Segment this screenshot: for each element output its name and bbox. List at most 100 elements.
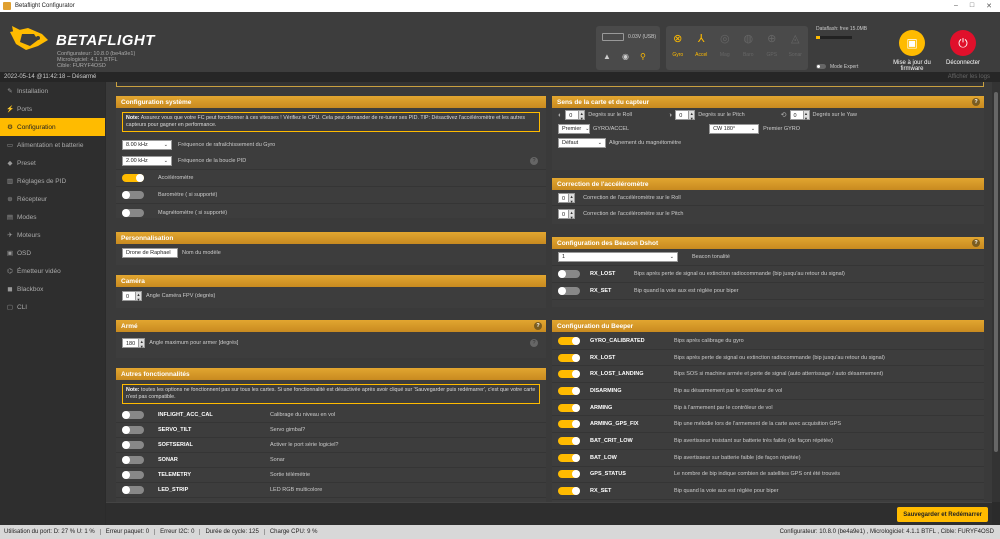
chip-icon: ▣ <box>899 30 925 56</box>
save-and-reboot-button[interactable]: Sauvegarder et Redémarrer <box>897 507 988 522</box>
barometer-toggle[interactable] <box>122 191 144 199</box>
beeper-toggle[interactable] <box>558 453 580 462</box>
sidebar-item-installation[interactable]: ✎ Installation <box>0 82 105 100</box>
pitch-degrees-label: Degrés sur le Pitch <box>698 112 745 118</box>
mag-alignment-row: Défaut ⌄ Alignement du magnétomètre <box>552 136 984 150</box>
help-icon[interactable]: ? <box>335 442 338 448</box>
sidebar-item-configuration[interactable]: ⚙ Configuration <box>0 118 105 136</box>
maximize-button[interactable]: □ <box>970 2 974 10</box>
beeper-row: ARMING_GPS_FIX Bip une mélodie lors de l'… <box>552 416 984 434</box>
feature-row: SERVO_TILT Servo gimbal? <box>116 423 546 438</box>
beeper-toggle[interactable] <box>558 336 580 345</box>
beeper-toggle[interactable] <box>558 420 580 429</box>
beacon-toggle[interactable] <box>558 287 580 295</box>
feature-toggle[interactable] <box>122 486 144 494</box>
scrollbar-thumb[interactable] <box>994 92 998 452</box>
pitch-degrees-input[interactable]: 0 ▲ ▼ <box>675 110 696 121</box>
sidebar-item-r-glages-de-pid[interactable]: ▥ Réglages de PID <box>0 172 105 190</box>
sidebar-item-alimentation-et-batterie[interactable]: ▭ Alimentation et batterie <box>0 136 105 154</box>
panel-header: Configuration du Beeper <box>552 320 984 332</box>
panel-header: Personnalisation <box>116 232 546 244</box>
beeper-toggle[interactable] <box>558 353 580 362</box>
beeper-toggle[interactable] <box>558 436 580 445</box>
sidebar-item-preset[interactable]: ◆ Preset <box>0 154 105 172</box>
arm-panel: Armé? 180 ▲ ▼ Angle maximum pour armer [de… <box>116 320 546 358</box>
sidebar-item--metteur-vid-o[interactable]: ⌬ Émetteur vidéo <box>0 262 105 280</box>
sidebar-item-moteurs[interactable]: ✈ Moteurs <box>0 226 105 244</box>
sidebar-item-cli[interactable]: ▢ CLI <box>0 298 105 316</box>
magnetometer-toggle[interactable] <box>122 208 144 217</box>
gear-icon: ⚙ <box>7 124 13 131</box>
beeper-toggle[interactable] <box>558 470 580 479</box>
camera-angle-label: Angle Caméra FPV (degrés) <box>146 292 216 299</box>
dataflash-status: Dataflash: free 15.0MB Mode Expert <box>816 26 882 70</box>
help-icon[interactable]: ? <box>972 239 980 247</box>
window-titlebar: Betaflight Configurator – □ ✕ <box>0 0 1000 12</box>
gyro-acc-select[interactable]: Premier ⌄ <box>558 124 590 134</box>
beeper-name: ARMING <box>590 404 613 411</box>
help-icon[interactable]: ? <box>972 98 980 106</box>
plug-icon: ⚡ <box>5 106 15 113</box>
gyro-alignment-select[interactable]: CW 180° ⌄ <box>709 124 760 134</box>
vtx-icon: ⌬ <box>7 268 13 275</box>
feature-description: Activer le port série logiciel <box>270 442 336 448</box>
pid-frequency-select[interactable]: 2.00 kHz ⌄ <box>122 156 172 166</box>
feature-description: Servo gimbal <box>270 427 303 433</box>
feature-row: LED_STRIP LED RGB multicolore <box>116 483 546 498</box>
show-logs-link[interactable]: Afficher les logs <box>948 74 1000 80</box>
camera-angle-input[interactable]: 0 ▲ ▼ <box>122 290 142 302</box>
acc-pitch-trim-row: 0 ▲ ▼ Correction de l'accéléromètre sur le… <box>552 206 984 222</box>
first-gyro-label: Premier GYRO <box>763 126 801 132</box>
sidebar-item-modes[interactable]: ▤ Modes <box>0 208 105 226</box>
gyro-frequency-select[interactable]: 8.00 kHz ⌄ <box>122 139 172 150</box>
beeper-row: ARMING Bip à l'armement par le contrôleur… <box>552 400 984 417</box>
sensor-accel: ⅄ Accel <box>690 26 714 70</box>
sidebar-item-blackbox[interactable]: ◼ Blackbox <box>0 280 105 298</box>
feature-toggle[interactable] <box>122 471 144 479</box>
main-scrollbar[interactable] <box>992 82 1000 502</box>
betaflight-logo: BETAFLIGHT Configurateur: 10.8.0 (be4a9e… <box>8 20 208 69</box>
feature-toggle[interactable] <box>122 441 144 449</box>
craft-name-input[interactable]: Drone de Raphael <box>122 247 178 258</box>
beeper-toggle[interactable] <box>558 403 580 412</box>
help-icon[interactable]: ? <box>302 427 305 433</box>
beeper-name: GPS_STATUS <box>590 471 626 478</box>
beacon-row: RX_SET Bip quand la voie aux est réglée p… <box>552 283 984 300</box>
other-features-panel: Autres fonctionnalités Note: toutes les … <box>116 368 546 508</box>
datetime-status: 2022-05-14 @11:42:18 – Désarmé <box>4 74 97 80</box>
disconnect-button[interactable]: ⏻ Déconnecter <box>942 30 984 76</box>
roll-degrees-input[interactable]: 0 ▲ ▼ <box>565 110 586 121</box>
modes-icon: ▤ <box>6 214 14 221</box>
feature-toggle[interactable] <box>122 426 144 434</box>
beeper-toggle[interactable] <box>558 386 580 395</box>
beeper-toggle[interactable] <box>558 370 580 379</box>
beacon-tone-select[interactable]: 1 ⌄ <box>558 252 678 262</box>
mag-icon: ◎ <box>719 33 730 45</box>
update-firmware-button[interactable]: ▣ Mise à jour du firmware <box>890 30 934 76</box>
dataflash-text: Dataflash: free 15.0MB <box>816 26 868 32</box>
beeper-toggle[interactable] <box>558 487 580 496</box>
help-icon[interactable]: ? <box>534 322 542 330</box>
sidebar-item-label: Émetteur vidéo <box>17 267 61 275</box>
minimize-button[interactable]: – <box>954 2 958 10</box>
expert-mode-toggle[interactable] <box>816 64 826 69</box>
sidebar-item-label: CLI <box>17 303 28 311</box>
sidebar-item-osd[interactable]: ▣ OSD <box>0 244 105 262</box>
mag-alignment-select[interactable]: Défaut ⌄ <box>558 138 606 148</box>
beacon-toggle[interactable] <box>558 270 580 278</box>
acc-roll-trim-input[interactable]: 0 ▲ ▼ <box>558 192 576 204</box>
panel-header: Autres fonctionnalités <box>116 368 546 380</box>
help-icon[interactable]: ? <box>530 157 538 165</box>
arm-angle-input[interactable]: 180 ▲ ▼ <box>122 338 146 349</box>
close-window-button[interactable]: ✕ <box>986 2 992 10</box>
yaw-degrees-input[interactable]: 0 ▲ ▼ <box>789 110 810 121</box>
acc-pitch-trim-input[interactable]: 0 ▲ ▼ <box>558 209 576 220</box>
beeper-name: BAT_LOW <box>590 454 617 461</box>
beeper-panel: Configuration du Beeper GYRO_CALIBRATED B… <box>552 320 984 510</box>
sidebar-item-ports[interactable]: ⚡ Ports <box>0 100 105 118</box>
help-icon[interactable]: ? <box>530 339 538 347</box>
sidebar-item-r-cepteur[interactable]: ⊛ Récepteur <box>0 190 105 208</box>
accelerometer-toggle[interactable] <box>122 174 144 182</box>
feature-toggle[interactable] <box>122 456 144 464</box>
feature-toggle[interactable] <box>122 411 144 419</box>
